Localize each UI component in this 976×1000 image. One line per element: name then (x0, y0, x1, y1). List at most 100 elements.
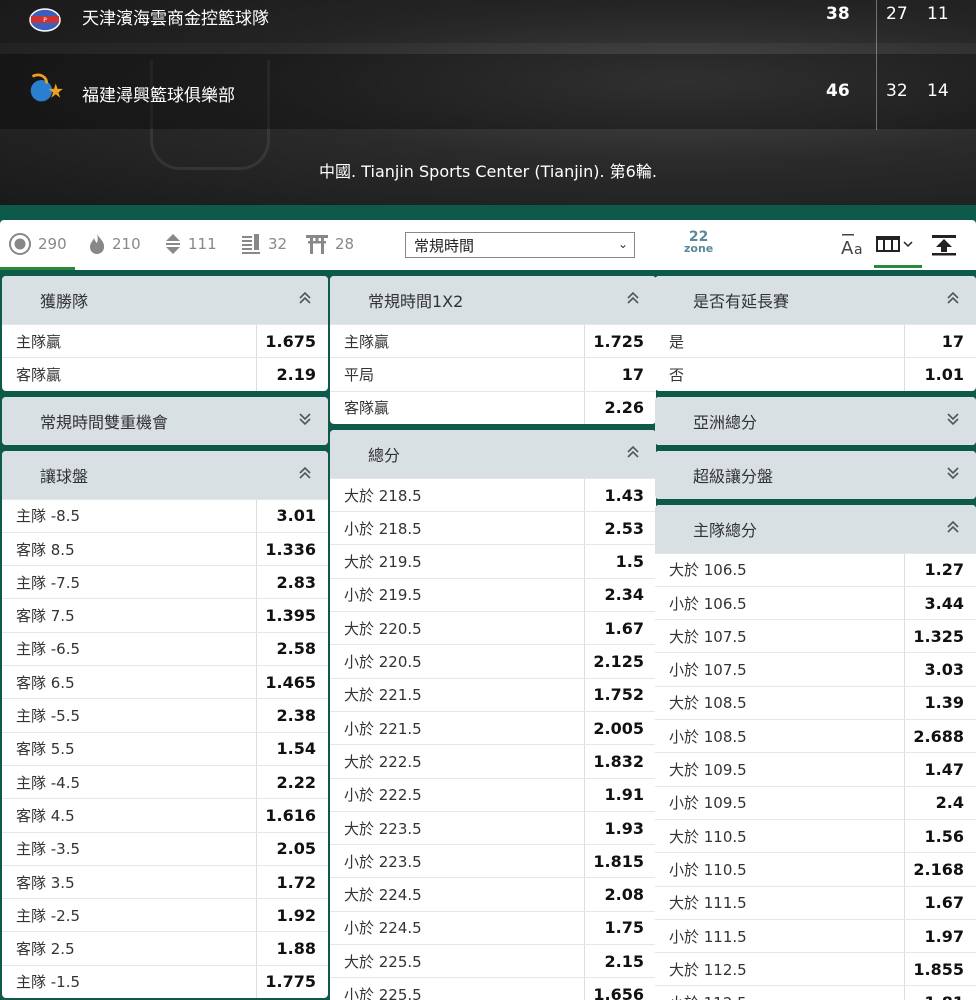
odds-row[interactable]: 主隊 -1.5 1.775 (2, 964, 328, 999)
odds-value[interactable]: 1.39 (904, 686, 976, 720)
odds-row[interactable]: 主隊 -5.5 2.38 (2, 698, 328, 732)
market-header[interactable]: 常規時間1X2 (330, 276, 656, 324)
odds-value[interactable]: 2.005 (584, 711, 656, 745)
odds-row[interactable]: 大於 112.5 1.855 (655, 952, 976, 986)
odds-value[interactable]: 17 (584, 358, 656, 391)
chevron-up-icon[interactable] (626, 445, 640, 463)
odds-value[interactable]: 1.775 (256, 965, 328, 999)
odds-value[interactable]: 1.75 (584, 911, 656, 945)
odds-row[interactable]: 小於 107.5 3.03 (655, 652, 976, 686)
odds-row[interactable]: 大於 107.5 1.325 (655, 619, 976, 653)
market-header[interactable]: 是否有延長賽 (655, 276, 976, 324)
chevron-up-icon[interactable] (298, 291, 312, 309)
odds-value[interactable]: 2.58 (256, 632, 328, 666)
zone-button[interactable]: 22 zone (684, 230, 713, 254)
odds-value[interactable]: 1.616 (256, 799, 328, 832)
odds-row[interactable]: 客隊 5.5 1.54 (2, 731, 328, 765)
odds-row[interactable]: 大於 106.5 1.27 (655, 552, 976, 586)
odds-row[interactable]: 客隊 2.5 1.88 (2, 931, 328, 965)
font-size-button[interactable]: A a (840, 232, 868, 280)
odds-value[interactable]: 1.54 (256, 732, 328, 765)
odds-row[interactable]: 客隊 7.5 1.395 (2, 598, 328, 632)
odds-value[interactable]: 1.675 (256, 325, 328, 358)
chevron-up-icon[interactable] (298, 466, 312, 484)
odds-value[interactable]: 1.725 (584, 325, 656, 358)
odds-row[interactable]: 主隊 -7.5 2.83 (2, 565, 328, 599)
odds-value[interactable]: 1.92 (256, 899, 328, 932)
period-select[interactable]: 常規時間 ⌄ (405, 232, 635, 258)
chevron-down-icon[interactable] (946, 412, 960, 430)
odds-value[interactable]: 2.34 (584, 578, 656, 612)
odds-row[interactable]: 大於 223.5 1.93 (330, 810, 656, 845)
odds-value[interactable]: 1.336 (256, 532, 328, 566)
odds-row[interactable]: 小於 106.5 3.44 (655, 585, 976, 620)
odds-value[interactable]: 1.43 (584, 478, 656, 512)
odds-row[interactable]: 平局 17 (330, 357, 656, 391)
odds-row[interactable]: 小於 110.5 2.168 (655, 852, 976, 886)
odds-row[interactable]: 大於 219.5 1.5 (330, 544, 656, 578)
odds-value[interactable]: 1.91 (584, 778, 656, 811)
filter-over-under[interactable]: 111 (164, 220, 217, 268)
odds-value[interactable]: 1.27 (904, 553, 976, 586)
odds-value[interactable]: 2.688 (904, 720, 976, 753)
collapse-all-button[interactable] (930, 234, 958, 282)
odds-row[interactable]: 大於 108.5 1.39 (655, 685, 976, 720)
odds-row[interactable]: 小於 108.5 2.688 (655, 719, 976, 753)
odds-value[interactable]: 1.97 (904, 919, 976, 953)
odds-row[interactable]: 大於 225.5 2.15 (330, 944, 656, 978)
odds-row[interactable]: 小於 219.5 2.34 (330, 577, 656, 612)
odds-row[interactable]: 客隊 3.5 1.72 (2, 864, 328, 899)
odds-row[interactable]: 小於 112.51.81 (655, 985, 976, 1000)
odds-row[interactable]: 大於 220.5 1.67 (330, 611, 656, 645)
odds-row[interactable]: 大於 218.5 1.43 (330, 477, 656, 512)
odds-value[interactable]: 1.325 (904, 620, 976, 653)
odds-value[interactable]: 17 (904, 325, 976, 358)
odds-row[interactable]: 是 17 (655, 324, 976, 358)
odds-row[interactable]: 小於 222.5 1.91 (330, 777, 656, 811)
chevron-down-icon[interactable] (946, 466, 960, 484)
chevron-up-icon[interactable] (626, 291, 640, 309)
odds-row[interactable]: 大於 110.5 1.56 (655, 818, 976, 853)
odds-value[interactable]: 2.168 (904, 853, 976, 886)
odds-row[interactable]: 大於 109.5 1.47 (655, 752, 976, 786)
odds-value[interactable]: 1.832 (584, 745, 656, 778)
market-header[interactable]: 讓球盤 (2, 450, 328, 499)
chevron-down-icon[interactable] (298, 412, 312, 430)
odds-value[interactable]: 1.93 (584, 811, 656, 845)
market-header[interactable]: 超級讓分盤 (655, 450, 976, 499)
odds-value[interactable]: 2.4 (904, 786, 976, 819)
odds-row[interactable]: 大於 111.5 1.67 (655, 885, 976, 919)
odds-row[interactable]: 大於 221.5 1.752 (330, 677, 656, 711)
odds-value[interactable]: 2.125 (584, 645, 656, 678)
odds-row[interactable]: 客隊贏 2.26 (330, 390, 656, 424)
odds-row[interactable]: 小於 220.5 2.125 (330, 644, 656, 678)
odds-value[interactable]: 2.53 (584, 512, 656, 545)
odds-value[interactable]: 2.19 (256, 358, 328, 391)
odds-row[interactable]: 客隊 4.5 1.616 (2, 798, 328, 832)
odds-row[interactable]: 客隊 6.5 1.465 (2, 665, 328, 699)
market-header[interactable]: 亞洲總分 (655, 396, 976, 445)
odds-value[interactable]: 3.03 (904, 653, 976, 686)
odds-row[interactable]: 小於 218.5 2.53 (330, 511, 656, 545)
odds-value[interactable]: 1.67 (904, 886, 976, 919)
odds-value[interactable]: 2.38 (256, 699, 328, 732)
odds-value[interactable]: 2.15 (584, 945, 656, 978)
odds-value[interactable]: 1.88 (256, 932, 328, 965)
odds-value[interactable]: 1.01 (904, 358, 976, 391)
odds-value[interactable]: 2.05 (256, 832, 328, 865)
odds-row[interactable]: 小於 223.5 1.815 (330, 844, 656, 878)
odds-row[interactable]: 主隊 -4.5 2.22 (2, 764, 328, 799)
market-header[interactable]: 總分 (330, 429, 656, 478)
odds-value[interactable]: 1.465 (256, 666, 328, 699)
odds-value[interactable]: 1.67 (584, 612, 656, 645)
odds-value[interactable]: 1.815 (584, 845, 656, 878)
chevron-up-icon[interactable] (946, 520, 960, 538)
odds-value[interactable]: 2.83 (256, 566, 328, 599)
odds-row[interactable]: 客隊贏 2.19 (2, 357, 328, 391)
odds-value[interactable]: 1.752 (584, 678, 656, 711)
odds-value[interactable]: 1.81 (904, 986, 976, 1000)
odds-value[interactable]: 1.5 (584, 545, 656, 578)
odds-row[interactable]: 小於 224.5 1.75 (330, 910, 656, 945)
filter-gate[interactable]: 28 (305, 220, 354, 268)
odds-row[interactable]: 小於 221.5 2.005 (330, 710, 656, 745)
